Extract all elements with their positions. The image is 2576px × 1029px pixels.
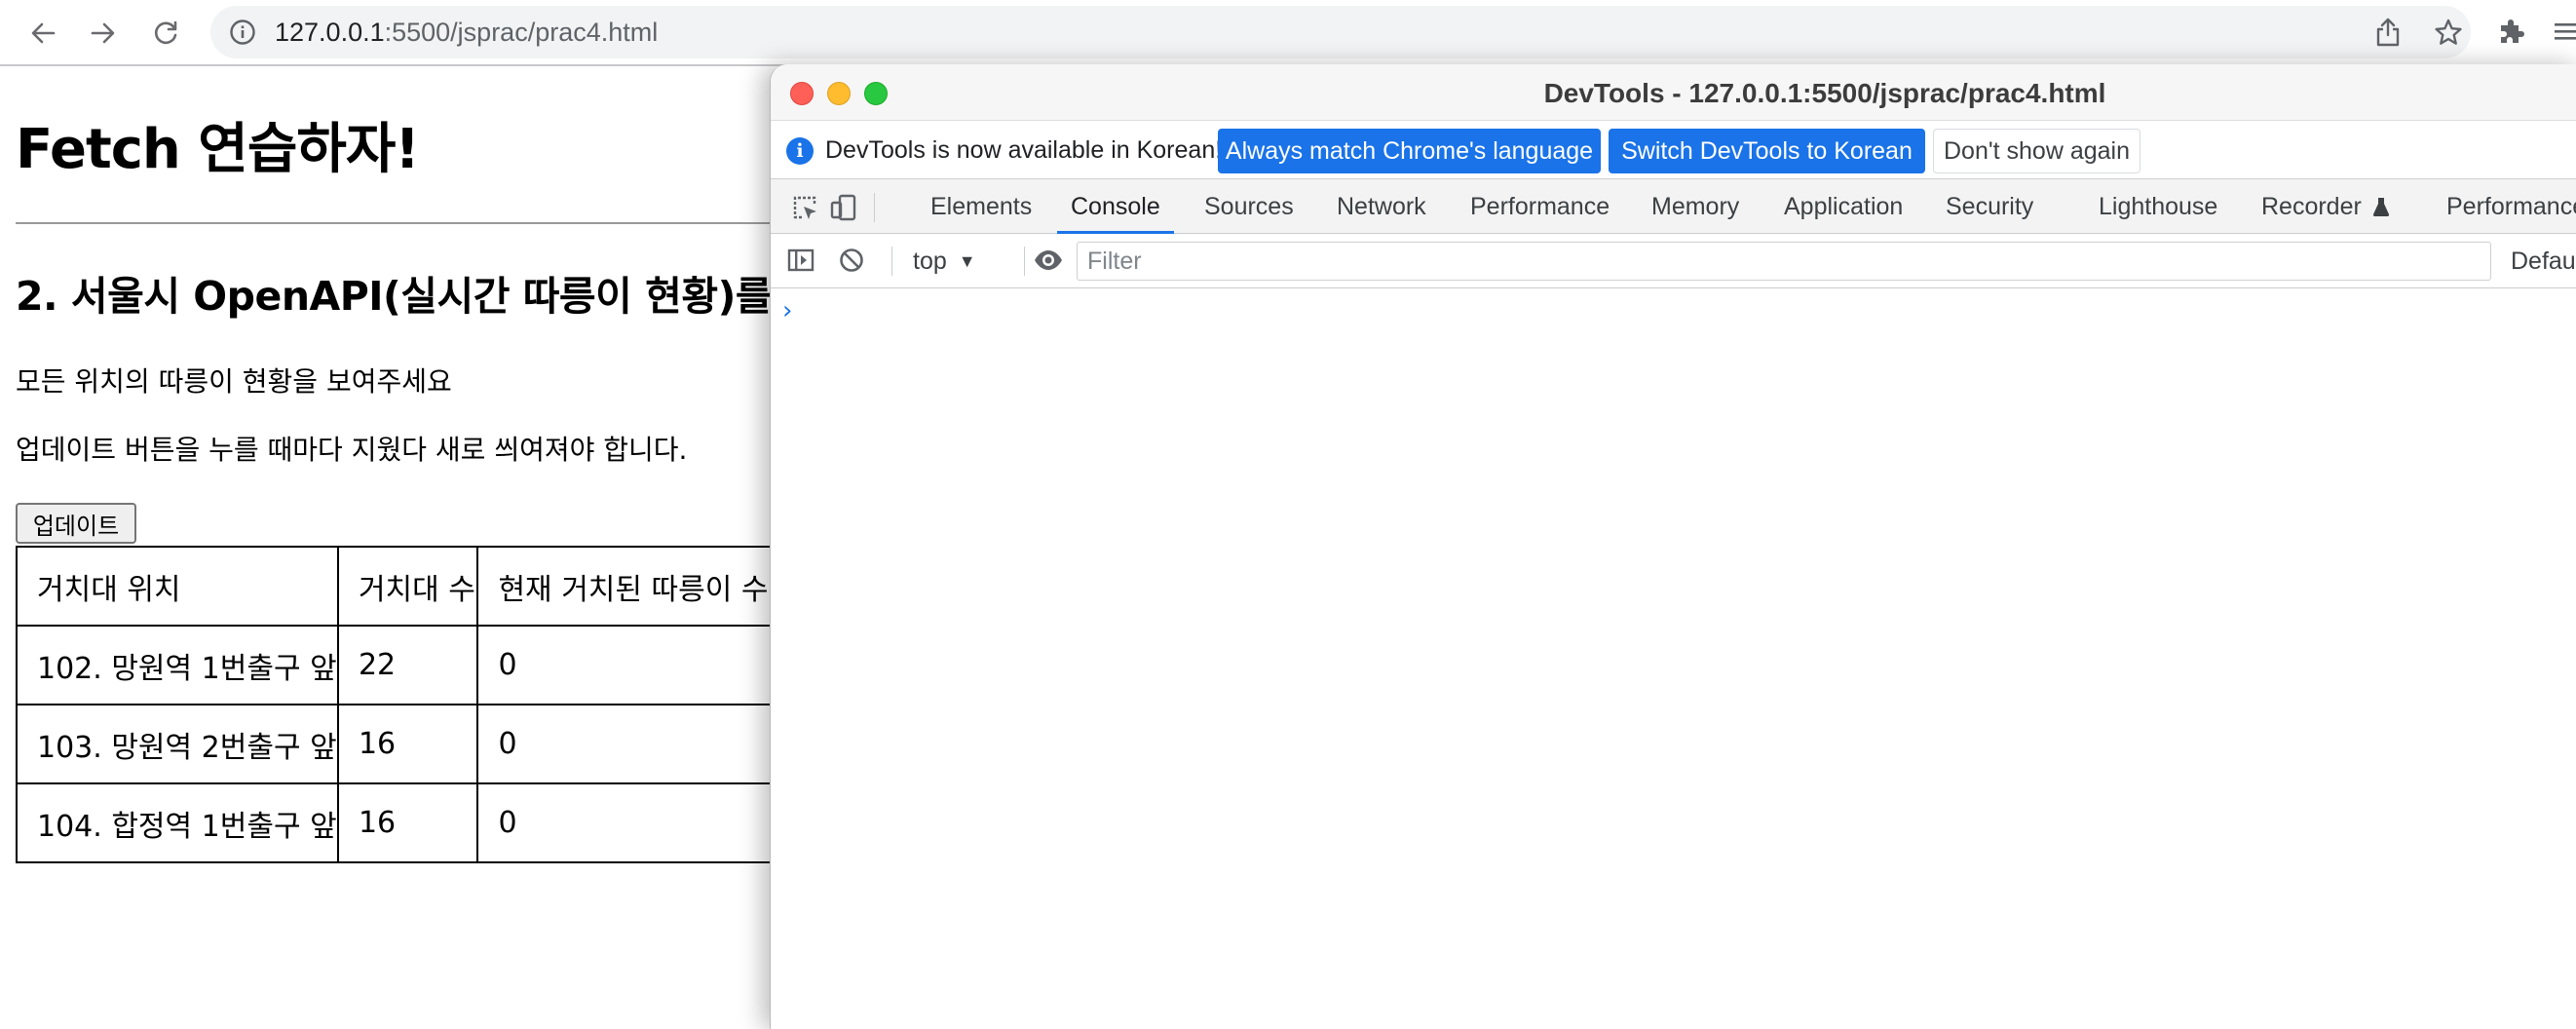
cell-rack-count: 22 <box>336 625 479 705</box>
cell-station-location: 102. 망원역 1번출구 앞 <box>16 625 339 705</box>
tab-bar-separator <box>874 193 875 222</box>
bike-station-table: 거치대 위치 거치대 수 현재 거치된 따릉이 수 102. 망원역 1번출구 … <box>16 546 779 863</box>
log-levels-dropdown[interactable]: Default <box>2511 248 2576 276</box>
reload-icon[interactable] <box>144 12 187 55</box>
cell-bikes-parked: 0 <box>476 782 779 863</box>
header-rack-count: 거치대 수 <box>336 546 479 627</box>
devtools-tab-bar: Elements Console Sources Network Perform… <box>771 179 2576 234</box>
tab-performance[interactable]: Performance <box>1470 179 1610 234</box>
inspect-element-icon[interactable] <box>788 191 821 224</box>
switch-to-korean-button[interactable]: Switch DevTools to Korean <box>1609 129 1925 173</box>
table-row: 102. 망원역 1번출구 앞 22 0 <box>16 625 779 705</box>
devtools-window: DevTools - 127.0.0.1:5500/jsprac/prac4.h… <box>770 64 2576 1029</box>
console-output[interactable]: › <box>771 288 2576 1029</box>
clear-console-icon[interactable] <box>835 244 868 277</box>
live-expression-eye-icon[interactable] <box>1032 244 1065 277</box>
divider <box>16 222 779 224</box>
description-line-2: 업데이트 버튼을 누를 때마다 지웠다 새로 씌여져야 합니다. <box>16 434 688 466</box>
url-path: :5500/jsprac/prac4.html <box>384 18 659 47</box>
info-icon: i <box>786 137 814 165</box>
header-bikes-parked: 현재 거치된 따릉이 수 <box>476 546 779 627</box>
tab-performance-insights[interactable]: Performance <box>2446 179 2576 234</box>
cell-bikes-parked: 0 <box>476 704 779 784</box>
infobar-message: DevTools is now available in Korean! <box>825 136 1223 164</box>
cell-rack-count: 16 <box>336 782 479 863</box>
devtools-titlebar[interactable]: DevTools - 127.0.0.1:5500/jsprac/prac4.h… <box>771 64 2576 121</box>
tab-application[interactable]: Application <box>1784 179 1903 234</box>
devtools-window-title: DevTools - 127.0.0.1:5500/jsprac/prac4.h… <box>1543 78 2106 108</box>
table-row: 103. 망원역 2번출구 앞 16 0 <box>16 704 779 784</box>
console-filter-input[interactable] <box>1077 242 2491 281</box>
cell-station-location: 104. 합정역 1번출구 앞 <box>16 782 339 863</box>
cell-bikes-parked: 0 <box>476 625 779 705</box>
address-bar[interactable]: 127.0.0.1:5500/jsprac/prac4.html <box>210 6 2471 58</box>
tab-lighthouse[interactable]: Lighthouse <box>2099 179 2217 234</box>
tab-memory[interactable]: Memory <box>1651 179 1739 234</box>
url-text: 127.0.0.1:5500/jsprac/prac4.html <box>275 18 658 47</box>
browser-toolbar: 127.0.0.1:5500/jsprac/prac4.html <box>0 0 2576 66</box>
description-line-1: 모든 위치의 따릉이 현황을 보여주세요 <box>16 365 452 398</box>
recorder-flask-icon <box>2371 196 2391 217</box>
device-toolbar-icon[interactable] <box>827 191 860 224</box>
tab-console[interactable]: Console <box>1057 179 1174 234</box>
match-language-button[interactable]: Always match Chrome's language <box>1218 129 1601 173</box>
context-selector[interactable]: top ▼ <box>913 244 976 279</box>
url-host: 127.0.0.1 <box>275 18 385 47</box>
context-value: top <box>913 247 947 275</box>
tab-sources[interactable]: Sources <box>1204 179 1294 234</box>
language-infobar: i DevTools is now available in Korean! A… <box>771 121 2576 179</box>
filter-bar-separator <box>891 247 892 276</box>
page-content: Fetch 연습하자! 2. 서울시 OpenAPI(실시간 따릉이 현황)를 … <box>0 68 779 1023</box>
header-station-location: 거치대 위치 <box>16 546 339 627</box>
menu-icon[interactable] <box>2551 14 2576 49</box>
forward-arrow-icon[interactable] <box>82 12 125 55</box>
extensions-puzzle-icon[interactable] <box>2494 14 2529 49</box>
site-info-icon[interactable] <box>228 18 257 47</box>
bookmark-star-icon[interactable] <box>2432 16 2465 49</box>
console-sidebar-icon[interactable] <box>784 244 817 277</box>
tab-network[interactable]: Network <box>1337 179 1426 234</box>
cell-rack-count: 16 <box>336 704 479 784</box>
page-title: Fetch 연습하자! <box>16 118 420 181</box>
tab-recorder-label: Recorder <box>2261 192 2362 220</box>
section-heading: 2. 서울시 OpenAPI(실시간 따릉이 현황)를 <box>16 273 773 320</box>
table-row: 104. 합정역 1번출구 앞 16 0 <box>16 782 779 863</box>
back-arrow-icon[interactable] <box>21 12 64 55</box>
tab-elements[interactable]: Elements <box>930 179 1032 234</box>
console-prompt-chevron-icon: › <box>782 296 793 325</box>
tab-security[interactable]: Security <box>1946 179 2033 234</box>
update-button[interactable]: 업데이트 <box>16 503 136 544</box>
filter-bar-separator <box>1024 247 1025 276</box>
tab-recorder[interactable]: Recorder <box>2261 179 2391 234</box>
cell-station-location: 103. 망원역 2번출구 앞 <box>16 704 339 784</box>
table-header-row: 거치대 위치 거치대 수 현재 거치된 따릉이 수 <box>16 546 779 627</box>
share-icon[interactable] <box>2371 16 2405 49</box>
dont-show-again-button[interactable]: Don't show again <box>1933 129 2140 173</box>
console-toolbar: top ▼ Default <box>771 234 2576 288</box>
chevron-down-icon: ▼ <box>958 250 976 271</box>
